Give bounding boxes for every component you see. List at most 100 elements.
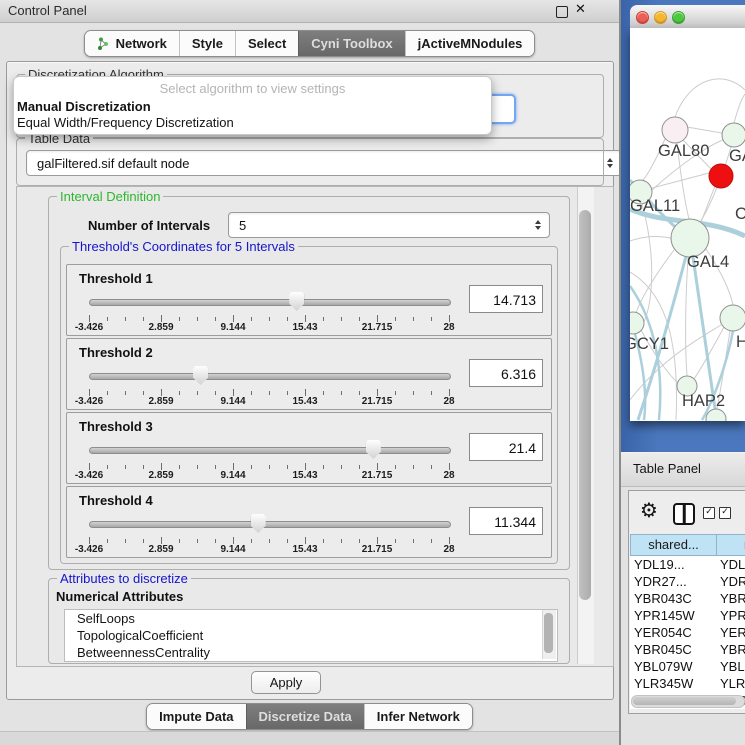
network-edge[interactable] (734, 94, 745, 123)
table-row[interactable]: YLR345WYLR3 (630, 675, 745, 692)
node-label-hap2: HAP2 (682, 392, 725, 410)
panel-title: Control Panel (8, 0, 87, 22)
tick-mark (269, 391, 270, 395)
scale-label: 28 (443, 470, 454, 481)
bottom-tab-discretize-data[interactable]: Discretize Data (246, 704, 364, 729)
dropdown-prompt: Select algorithm to view settings (14, 77, 491, 99)
tick-mark (341, 539, 342, 543)
slider-track[interactable] (89, 521, 451, 528)
threshold-slider[interactable] (89, 365, 449, 387)
network-view-canvas[interactable]: GAL80GACGAL11GAL4GCY1HHAP2 (630, 28, 745, 421)
scale-label: 2.859 (148, 322, 173, 333)
table-row[interactable]: YBR045CYBR0 (630, 641, 745, 658)
table-row[interactable]: YDR27...YDR2 (630, 573, 745, 590)
numerical-attributes-list[interactable]: SelfLoopsTopologicalCoefficientBetweenne… (64, 609, 558, 662)
attributes-list-scrollbar-thumb[interactable] (544, 613, 553, 653)
node-label-h: H (736, 333, 745, 351)
minimize-button[interactable] (654, 11, 667, 24)
tab-style[interactable]: Style (179, 31, 235, 56)
slider-track[interactable] (89, 299, 451, 306)
bottom-tab-infer-network[interactable]: Infer Network (364, 704, 472, 729)
network-edge[interactable] (686, 257, 688, 376)
tick-mark (251, 465, 252, 469)
gear-icon[interactable]: ⚙ (640, 499, 658, 521)
tick-mark (287, 465, 288, 469)
checkbox-checked-icon[interactable]: ✓ (703, 507, 715, 519)
screen: Control Panel ✕ Network StyleSelectCyni T… (0, 0, 745, 745)
tick-mark (125, 317, 126, 321)
slider-thumb[interactable] (193, 366, 208, 385)
attribute-item-topologicalcoefficient[interactable]: TopologicalCoefficient (65, 627, 557, 644)
main-tabs-row: Network StyleSelectCyni ToolboxjActiveMNo… (0, 30, 619, 57)
slider-thumb[interactable] (289, 292, 304, 311)
number-of-intervals-combobox[interactable]: 5 (228, 212, 550, 238)
slider-track[interactable] (89, 373, 451, 380)
network-node[interactable] (662, 117, 688, 143)
columns-icon[interactable] (673, 503, 695, 525)
threshold-value-field[interactable]: 21.4 (469, 433, 543, 461)
table-row[interactable]: YER054CYER0 (630, 624, 745, 641)
network-node-selected[interactable] (709, 164, 733, 188)
column-header-1[interactable]: shared... (630, 534, 717, 556)
network-graph[interactable]: GAL80GACGAL11GAL4GCY1HHAP2 (630, 28, 745, 421)
node-label-gal80: GAL80 (658, 142, 709, 160)
tick-mark (269, 317, 270, 321)
algorithm-option-equal-width-frequency-discretization[interactable]: Equal Width/Frequency Discretization (14, 115, 491, 131)
scale-label: 15.43 (292, 396, 317, 407)
tab-select[interactable]: Select (235, 31, 298, 56)
table-row[interactable]: YBR043CYBR0 (630, 590, 745, 607)
table-row[interactable]: YBL079WYBL0 (630, 658, 745, 675)
float-window-icon[interactable] (556, 6, 568, 18)
tab-label: Network (116, 36, 167, 51)
network-node[interactable] (706, 409, 726, 421)
close-button[interactable] (636, 11, 649, 24)
tick-mark (215, 465, 216, 469)
zoom-button[interactable] (672, 11, 685, 24)
bottom-tab-impute-data[interactable]: Impute Data (147, 704, 245, 729)
network-edge[interactable] (652, 173, 709, 188)
tab-cyni-toolbox[interactable]: Cyni Toolbox (298, 31, 404, 56)
attribute-item-betweennesscentrality[interactable]: BetweennessCentrality (65, 644, 557, 661)
slider-scale-labels: -3.4262.8599.14415.4321.71528 (89, 544, 449, 555)
slider-thumb[interactable] (366, 440, 381, 459)
threshold-slider[interactable] (89, 513, 449, 535)
slider-track[interactable] (89, 447, 451, 454)
network-node[interactable] (720, 305, 745, 331)
tick-mark (251, 391, 252, 395)
scale-label: 15.43 (292, 544, 317, 555)
vertical-scrollbar-thumb[interactable] (579, 210, 591, 600)
network-edge[interactable] (687, 127, 722, 133)
threshold-label: Threshold 4 (79, 493, 153, 508)
tick-mark (233, 389, 234, 396)
threshold-value-field[interactable]: 11.344 (469, 507, 543, 535)
tab-network[interactable]: Network (85, 31, 179, 56)
tab-jactivemnodules[interactable]: jActiveMNodules (405, 31, 535, 56)
scale-label: -3.426 (75, 544, 103, 555)
attribute-item-selfloops[interactable]: SelfLoops (65, 610, 557, 627)
tick-mark (215, 539, 216, 543)
threshold-value-field[interactable]: 14.713 (469, 285, 543, 313)
number-of-intervals-label: Number of Intervals (88, 218, 210, 233)
combo-spinner-icon (535, 220, 541, 230)
threshold-slider[interactable] (89, 439, 449, 461)
apply-button[interactable]: Apply (251, 671, 321, 694)
scale-label: 2.859 (148, 396, 173, 407)
checkbox-checked-icon[interactable]: ✓ (719, 507, 731, 519)
threshold-slider[interactable] (89, 291, 449, 313)
scale-label: 28 (443, 544, 454, 555)
network-edge[interactable] (675, 79, 745, 117)
table-row[interactable]: YDL19...YDL1 (630, 556, 745, 573)
tick-mark (143, 317, 144, 321)
column-header-2[interactable]: n... (717, 534, 745, 556)
table-row[interactable]: YPR145WYPR1 (630, 607, 745, 624)
network-node[interactable] (671, 219, 709, 257)
close-icon[interactable]: ✕ (575, 2, 586, 17)
table-cell: YPR145W (630, 607, 717, 624)
horizontal-scrollbar-thumb[interactable] (633, 697, 736, 705)
network-node[interactable] (722, 123, 745, 147)
tick-mark (251, 539, 252, 543)
slider-thumb[interactable] (251, 514, 266, 533)
threshold-value-field[interactable]: 6.316 (469, 359, 543, 387)
tick-mark (107, 391, 108, 395)
algorithm-option-manual-discretization[interactable]: Manual Discretization (14, 99, 491, 115)
